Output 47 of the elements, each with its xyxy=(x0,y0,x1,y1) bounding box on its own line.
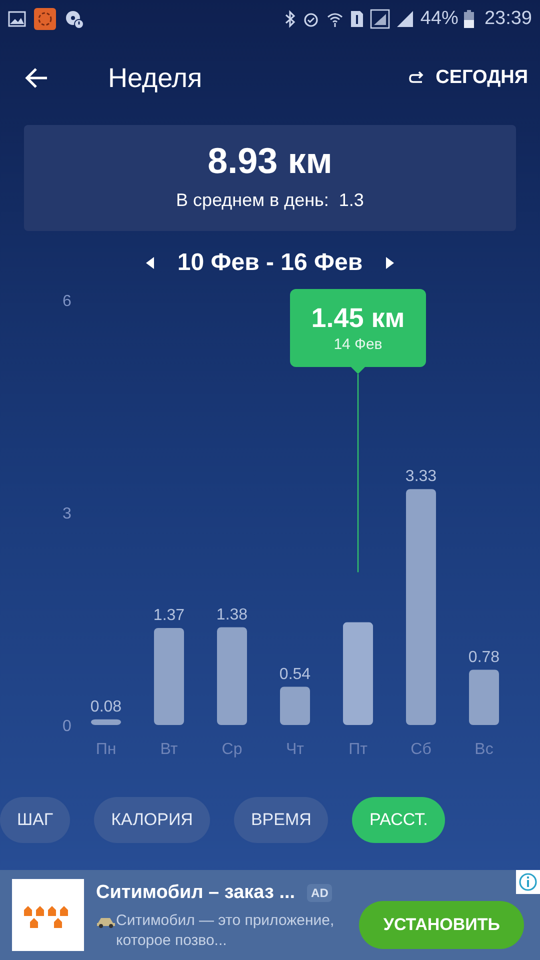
signal-icon xyxy=(370,9,390,29)
screen-title: Неделя xyxy=(108,62,202,95)
bar-value-label: 0.78 xyxy=(468,648,500,666)
tooltip-value: 1.45 км xyxy=(311,302,405,335)
bar[interactable] xyxy=(280,686,310,725)
info-icon[interactable] xyxy=(516,870,540,894)
bar-value-label: 1.37 xyxy=(153,606,185,624)
battery-percent: 44% xyxy=(420,6,458,31)
app-icon xyxy=(34,8,56,30)
back-arrow-icon xyxy=(25,67,49,89)
metric-tab[interactable]: ВРЕМЯ xyxy=(234,797,328,843)
daily-average: В среднем в день: 1.3 xyxy=(176,188,364,212)
sim-icon xyxy=(350,10,364,28)
redo-icon xyxy=(408,71,424,85)
bar-value-label: 0.08 xyxy=(90,698,122,716)
axis-category-label: Вс xyxy=(474,741,494,758)
total-distance: 8.93 км xyxy=(208,142,332,178)
bar-value-label: 0.54 xyxy=(279,666,311,683)
metric-tab[interactable]: ШАГ xyxy=(0,797,70,843)
bluetooth-icon xyxy=(284,10,296,28)
caret-right-icon xyxy=(386,257,394,269)
axis-tick-label: 3 xyxy=(62,506,72,522)
bar[interactable] xyxy=(91,719,121,725)
tooltip-date: 14 Фев xyxy=(334,336,382,354)
axis-category-label: Чт xyxy=(286,741,304,758)
axis-category-label: Ср xyxy=(222,741,242,758)
wifi-icon xyxy=(326,10,344,28)
ad-title: Ситимобил – заказ ... xyxy=(96,880,296,905)
axis-category-label: Пн xyxy=(96,741,116,758)
battery-icon xyxy=(464,10,474,28)
image-icon xyxy=(8,11,26,27)
axis-category-label: Сб xyxy=(410,741,432,758)
bar-value-label: 3.33 xyxy=(405,468,437,486)
ad-description: Ситимобил — это приложение, которое позво... xyxy=(116,911,336,952)
caret-left-icon xyxy=(146,257,154,269)
axis-tick-label: 6 xyxy=(62,293,72,310)
disc-alert-icon xyxy=(64,9,84,29)
clock-time: 23:39 xyxy=(484,6,532,31)
bar-value-label: 1.38 xyxy=(216,606,248,624)
axis-category-label: Вт xyxy=(160,741,178,758)
axis-category-label: Пт xyxy=(348,741,368,758)
signal-icon xyxy=(396,10,414,28)
today-button[interactable]: СЕГОДНЯ xyxy=(408,64,528,92)
metric-tab[interactable]: КАЛОРИЯ xyxy=(94,797,210,843)
week-range: 10 Фев - 16 Фев xyxy=(177,248,363,278)
ad-badge: AD xyxy=(307,884,332,902)
axis-tick-label: 0 xyxy=(62,718,72,735)
